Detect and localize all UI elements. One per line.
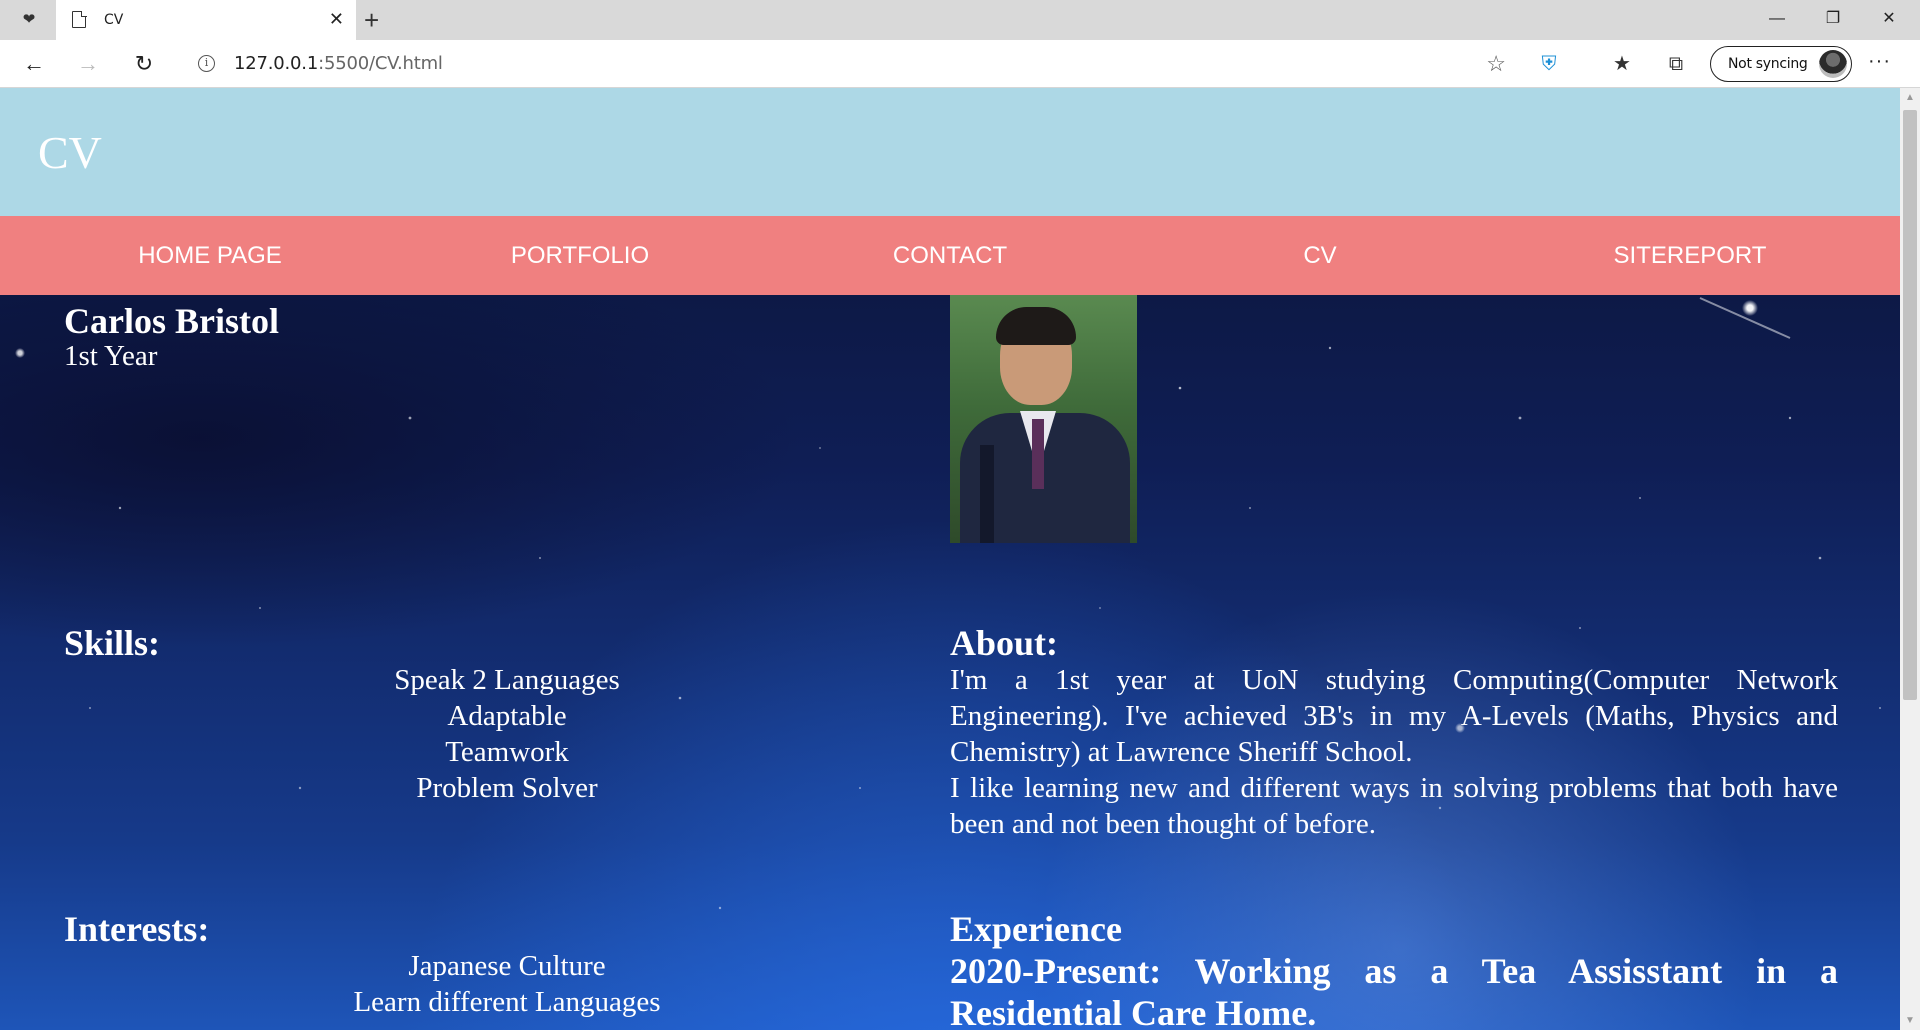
url-path: :5500/CV.html bbox=[318, 53, 443, 74]
experience-heading: Experience bbox=[950, 909, 1122, 949]
minimize-icon[interactable]: — bbox=[1750, 0, 1804, 40]
nav-link-sitereport[interactable]: SITEREPORT bbox=[1500, 242, 1880, 270]
about-paragraph: I like learning new and different ways i… bbox=[950, 772, 1838, 840]
page-icon bbox=[72, 10, 87, 28]
url-text[interactable]: 127.0.0.1:5500/CV.html bbox=[234, 53, 443, 74]
tab-actions-icon[interactable]: ❤ bbox=[18, 9, 40, 31]
forward-arrow-icon[interactable]: → bbox=[72, 49, 104, 79]
about-paragraph: I'm a 1st year at UoN studying Computing… bbox=[950, 664, 1838, 768]
tab-title: CV bbox=[104, 12, 124, 28]
nav-link-portfolio[interactable]: PORTFOLIO bbox=[390, 242, 770, 270]
restore-icon[interactable]: ❐ bbox=[1806, 0, 1860, 40]
skills-list: Speak 2 Languages Adaptable Teamwork Pro… bbox=[64, 662, 950, 806]
skill-item: Teamwork bbox=[445, 736, 569, 768]
profile-photo bbox=[950, 295, 1137, 543]
skills-heading: Skills: bbox=[64, 623, 161, 663]
address-bar[interactable]: i 127.0.0.1:5500/CV.html ☆ bbox=[180, 45, 1516, 83]
profile-name: Carlos Bristol bbox=[64, 301, 279, 341]
nav-link-cv[interactable]: CV bbox=[1130, 242, 1510, 270]
skill-item: Problem Solver bbox=[416, 772, 598, 804]
interests-heading: Interests: bbox=[64, 909, 210, 949]
skill-item: Adaptable bbox=[447, 700, 567, 732]
sync-button[interactable]: Not syncing bbox=[1710, 46, 1852, 82]
favorites-icon[interactable]: ★ bbox=[1608, 50, 1636, 78]
info-icon[interactable]: i bbox=[198, 55, 215, 72]
refresh-icon[interactable]: ↻ bbox=[128, 49, 160, 79]
site-nav: HOME PAGE PORTFOLIO CONTACT CV SITEREPOR… bbox=[0, 216, 1900, 295]
site-header: CV bbox=[0, 88, 1900, 216]
close-icon[interactable]: ✕ bbox=[329, 8, 344, 30]
collections-icon[interactable]: ⧉ bbox=[1662, 50, 1690, 78]
site-title: CV bbox=[38, 127, 102, 178]
back-arrow-icon[interactable]: ← bbox=[18, 49, 50, 79]
close-window-icon[interactable]: ✕ bbox=[1862, 0, 1916, 40]
about-text: I'm a 1st year at UoN studying Computing… bbox=[950, 662, 1838, 842]
nav-link-contact[interactable]: CONTACT bbox=[760, 242, 1140, 270]
page-viewport: CV HOME PAGE PORTFOLIO CONTACT CV SITERE… bbox=[0, 88, 1900, 1030]
url-host: 127.0.0.1 bbox=[234, 53, 319, 74]
browser-toolbar: ← → ↻ i 127.0.0.1:5500/CV.html ☆ ⛨ ★ ⧉ N… bbox=[0, 40, 1920, 88]
sync-label: Not syncing bbox=[1728, 56, 1808, 72]
more-icon[interactable]: ··· bbox=[1868, 50, 1891, 73]
interest-item: Learn different Languages bbox=[353, 986, 661, 1018]
interest-item: Japanese Culture bbox=[408, 950, 606, 982]
shield-icon[interactable]: ⛨ bbox=[1535, 50, 1563, 78]
star-icon[interactable]: ☆ bbox=[1486, 51, 1506, 77]
browser-tab-bar: ❤ CV ✕ + — ❐ ✕ bbox=[0, 0, 1920, 40]
profile-year: 1st Year bbox=[64, 340, 158, 372]
avatar bbox=[1819, 50, 1847, 78]
skill-item: Speak 2 Languages bbox=[394, 664, 620, 696]
plus-icon[interactable]: + bbox=[364, 5, 379, 35]
scroll-thumb[interactable] bbox=[1903, 110, 1917, 700]
interests-list: Japanese Culture Learn different Languag… bbox=[64, 948, 950, 1020]
about-heading: About: bbox=[950, 623, 1059, 663]
scroll-up-icon[interactable]: ▲ bbox=[1905, 92, 1915, 103]
nav-link-home-page[interactable]: HOME PAGE bbox=[20, 242, 400, 270]
scroll-down-icon[interactable]: ▼ bbox=[1905, 1015, 1915, 1026]
page-scrollbar[interactable]: ▲ ▼ bbox=[1900, 88, 1920, 1030]
experience-entry: 2020-Present: Working as a Tea Assisstan… bbox=[950, 951, 1838, 1030]
browser-tab[interactable]: CV ✕ bbox=[56, 0, 356, 40]
